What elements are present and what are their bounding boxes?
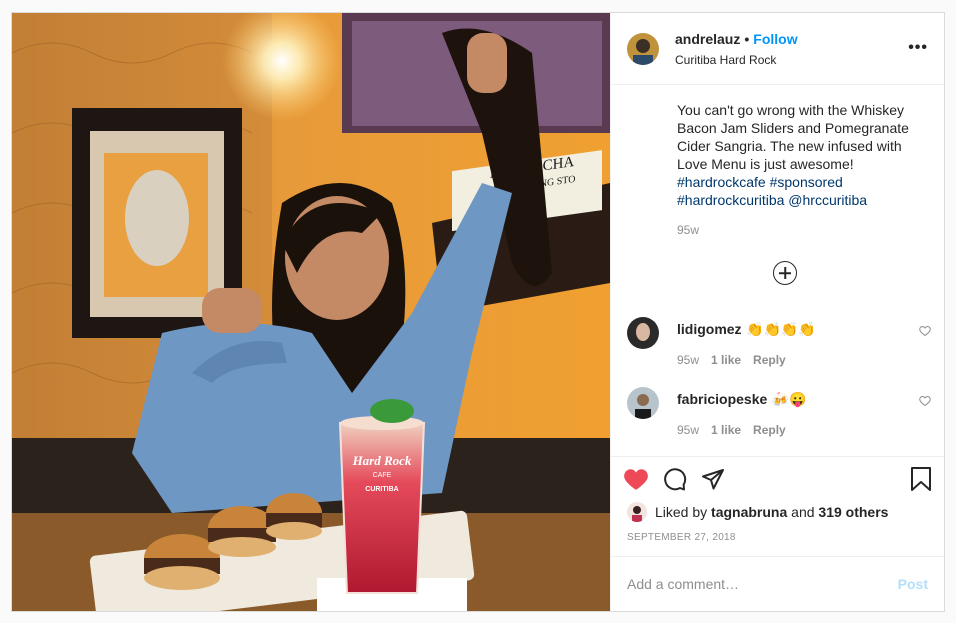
reply-button[interactable]: Reply: [753, 353, 786, 367]
post-comment-button[interactable]: Post: [898, 576, 928, 592]
share-icon[interactable]: [701, 467, 725, 491]
author-username[interactable]: andrelauz: [675, 31, 740, 47]
comment-meta: 95w 1 like Reply: [677, 423, 807, 437]
save-icon[interactable]: [910, 467, 932, 491]
heart-icon[interactable]: [919, 395, 931, 407]
share-button[interactable]: [701, 467, 725, 491]
post-location[interactable]: Curitiba Hard Rock: [675, 53, 798, 67]
separator-dot: •: [744, 30, 750, 47]
commenter-username[interactable]: lidigomez: [677, 321, 742, 337]
glass-city: CURITIBA: [365, 486, 398, 493]
more-icon[interactable]: •••: [908, 39, 928, 57]
comment-body: lidigomez 👏👏👏👏 95w 1 like Reply: [677, 321, 816, 367]
author-avatar[interactable]: [627, 32, 659, 65]
caption-mention[interactable]: @hrccuritiba: [788, 192, 867, 208]
comment-time[interactable]: 95w: [677, 353, 699, 367]
cocktail-glass: Hard Rock CAFE CURITIBA: [338, 399, 426, 594]
likes-prefix: Liked by: [655, 504, 708, 520]
caption-text: You can't go wrong with the Whiskey Baco…: [677, 102, 909, 172]
glass-sub: CAFE: [373, 472, 392, 479]
add-comments-icon[interactable]: [773, 261, 797, 285]
post-date[interactable]: SEPTEMBER 27, 2018: [611, 524, 944, 556]
commenter-username[interactable]: fabriciopeske: [677, 391, 767, 407]
comment-likes[interactable]: 1 like: [711, 423, 741, 437]
post-caption: You can't go wrong with the Whiskey Baco…: [677, 101, 917, 209]
comment-time[interactable]: 95w: [677, 423, 699, 437]
caption-timestamp[interactable]: 95w: [677, 223, 928, 237]
reply-button[interactable]: Reply: [753, 423, 786, 437]
header-top-row: andrelauz • Follow: [675, 31, 798, 47]
save-button[interactable]: [910, 467, 932, 496]
comment-icon[interactable]: [663, 467, 687, 491]
action-bar: [611, 456, 944, 500]
comments-section: You can't go wrong with the Whiskey Baco…: [611, 85, 944, 456]
post-header: andrelauz • Follow Curitiba Hard Rock ••…: [611, 13, 944, 85]
instagram-post: EITH RICHA THE ROLLING STO: [11, 12, 945, 612]
post-photo[interactable]: EITH RICHA THE ROLLING STO: [12, 13, 610, 611]
glass-brand: Hard Rock: [352, 453, 412, 468]
heart-icon[interactable]: [623, 467, 649, 491]
follow-button[interactable]: Follow: [753, 31, 797, 47]
post-photo-illustration: EITH RICHA THE ROLLING STO: [12, 13, 610, 611]
comment-likes[interactable]: 1 like: [711, 353, 741, 367]
add-comment-bar: Post: [611, 556, 944, 611]
header-text: andrelauz • Follow Curitiba Hard Rock: [675, 31, 798, 67]
liker-username[interactable]: tagnabruna: [711, 504, 787, 520]
comment-text: 🍻😛: [771, 391, 807, 407]
likes-summary: Liked by tagnabruna and 319 others: [611, 500, 944, 524]
liker-avatar[interactable]: [627, 502, 647, 522]
post-sidebar: andrelauz • Follow Curitiba Hard Rock ••…: [610, 13, 944, 611]
comment-meta: 95w 1 like Reply: [677, 353, 816, 367]
commenter-avatar[interactable]: [627, 317, 659, 349]
comment-text: 👏👏👏👏: [746, 321, 816, 337]
commenter-avatar[interactable]: [627, 387, 659, 419]
heart-icon[interactable]: [919, 325, 931, 337]
comment-body: fabriciopeske 🍻😛 95w 1 like Reply: [677, 391, 807, 437]
likes-others[interactable]: 319 others: [818, 504, 888, 520]
comment-input[interactable]: [627, 576, 898, 592]
comment-button[interactable]: [663, 467, 687, 491]
likes-middle: and: [791, 504, 815, 520]
like-button[interactable]: [623, 467, 649, 491]
